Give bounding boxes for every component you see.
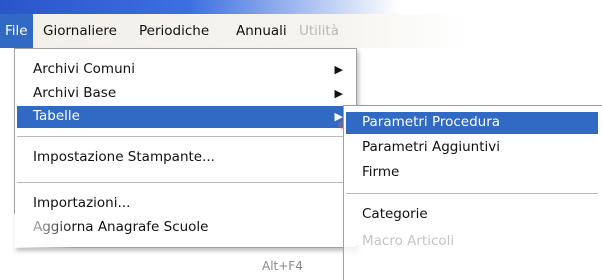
menu-item-importazioni[interactable]: Importazioni... — [17, 193, 353, 215]
menu-item-label: Archivi Base — [33, 85, 117, 101]
submenu-arrow-icon: ▶ — [334, 87, 343, 100]
menu-item-label: Impostazione Stampante... — [33, 149, 215, 165]
menu-item-label: Archivi Comuni — [33, 61, 135, 77]
fade-overlay — [14, 214, 74, 248]
menu-separator — [17, 182, 353, 183]
menu-item-label: Categorie — [362, 206, 428, 222]
menu-item-label: Parametri Procedura — [362, 114, 501, 130]
menu-file[interactable]: File — [0, 14, 33, 48]
menu-periodiche[interactable]: Periodiche — [134, 14, 214, 48]
menu-item-impostazione-stampante[interactable]: Impostazione Stampante... — [17, 147, 353, 169]
submenu-arrow-icon: ▶ — [334, 110, 343, 123]
submenu-item-macro-articoli[interactable]: Macro Articoli — [346, 231, 598, 253]
menu-item-archivi-comuni[interactable]: Archivi Comuni ▶ — [17, 59, 353, 81]
menu-separator — [346, 193, 598, 194]
menu-item-tabelle[interactable]: Tabelle ▶ — [17, 106, 353, 128]
menu-annuali[interactable]: Annuali — [231, 14, 292, 48]
submenu-item-categorie[interactable]: Categorie — [346, 204, 598, 226]
submenu-arrow-icon: ▶ — [334, 63, 343, 76]
menu-item-label: Tabelle — [33, 108, 80, 124]
menu-giornaliere[interactable]: Giornaliere — [38, 14, 122, 48]
submenu-item-parametri-aggiuntivi[interactable]: Parametri Aggiuntivi — [346, 137, 598, 159]
menu-item-label: Importazioni... — [33, 195, 131, 211]
tabelle-submenu: Parametri Procedura Parametri Aggiuntivi… — [343, 105, 602, 280]
submenu-item-firme[interactable]: Firme — [346, 162, 598, 184]
menu-bar: File Giornaliere Periodiche Annuali Util… — [0, 14, 602, 48]
menu-item-label: Macro Articoli — [362, 233, 455, 249]
menu-utilita[interactable]: Utilità — [294, 14, 344, 48]
submenu-item-parametri-procedura[interactable]: Parametri Procedura — [346, 112, 598, 134]
window-titlebar — [0, 0, 420, 14]
shortcut-hint: Alt+F4 — [262, 259, 303, 273]
menu-item-label: Firme — [362, 164, 400, 180]
menu-item-archivi-base[interactable]: Archivi Base ▶ — [17, 83, 353, 105]
menu-separator — [17, 136, 353, 137]
menu-item-label: Parametri Aggiuntivi — [362, 139, 500, 155]
